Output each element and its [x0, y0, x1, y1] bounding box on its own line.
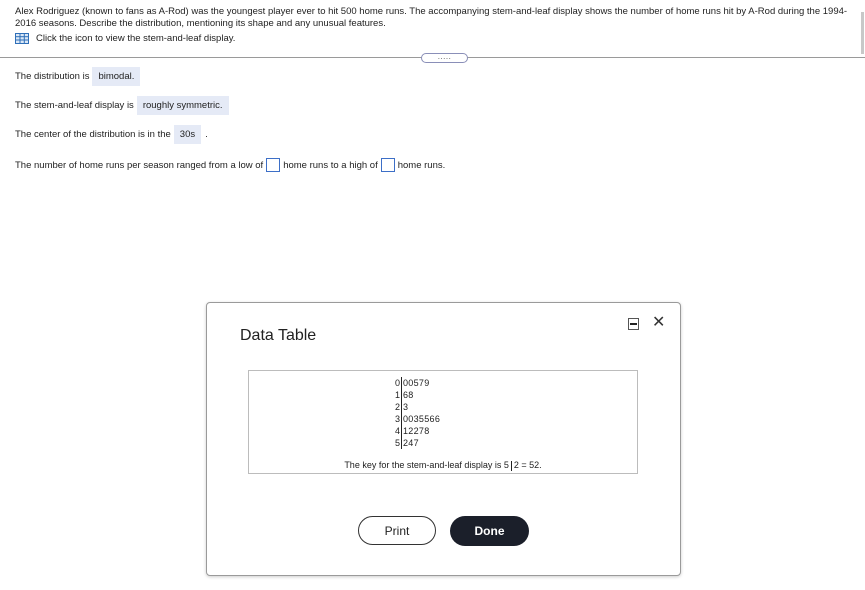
print-button[interactable]: Print [358, 516, 436, 545]
leaf-values: 00579 [403, 378, 430, 388]
stem-leaf-key: The key for the stem-and-leaf display is… [249, 460, 637, 471]
stem-leaf-row: 23 [393, 401, 440, 413]
answer-suffix: . [205, 129, 208, 140]
expand-toggle[interactable]: ..... [421, 53, 468, 63]
key-suffix: 2 = 52. [513, 460, 542, 470]
key-prefix: The key for the stem-and-leaf display is… [344, 460, 509, 470]
leaf-values: 12278 [403, 426, 430, 436]
answer-prefix: The distribution is [15, 71, 90, 82]
close-icon[interactable]: ✕ [652, 314, 665, 332]
answer-row-symmetry: The stem-and-leaf display is roughly sym… [15, 96, 229, 115]
done-button[interactable]: Done [450, 516, 529, 546]
answer-suffix: home runs. [397, 159, 446, 171]
stem-leaf-row: 0 00579 [393, 377, 440, 389]
key-divider [510, 460, 512, 471]
view-data-link[interactable]: Click the icon to view the stem-and-leaf… [15, 33, 235, 44]
stem-value: 4 [394, 425, 402, 437]
leaf-values: 3 [403, 402, 409, 412]
answer-prefix: The stem-and-leaf display is [15, 100, 134, 111]
answer-prefix: The number of home runs per season range… [15, 159, 264, 171]
stem-value: 1 [394, 389, 402, 401]
leaf-values: 247 [403, 438, 419, 448]
answer-row-center: The center of the distribution is in the… [15, 125, 208, 144]
answer-value: roughly symmetric. [136, 96, 229, 115]
answer-prefix: The center of the distribution is in the [15, 129, 171, 140]
answer-value: bimodal. [92, 67, 141, 86]
question-text: Alex Rodriguez (known to fans as A-Rod) … [15, 6, 848, 29]
stem-leaf-row: 3 0035566 [393, 413, 440, 425]
stem-leaf-display: 0 00579 1 68 2 3 3 0035566 4 12278 5 247 The key fo… [248, 370, 638, 474]
leaf-values: 0035566 [403, 414, 441, 424]
low-value-input[interactable] [266, 158, 281, 172]
stem-leaf-row: 1 68 [393, 389, 440, 401]
data-table-dialog: Data Table ✕ 0 00579 1 68 2 3 3 0035566 4 12278 5 2… [206, 302, 681, 576]
leaf-values: 68 [403, 390, 414, 400]
answer-row-range: The number of home runs per season range… [15, 158, 445, 172]
answer-row-shape: The distribution is bimodal. [15, 67, 141, 86]
stem-value: 0 [394, 377, 402, 389]
stem-value: 5 [394, 437, 402, 449]
dialog-title: Data Table [240, 327, 317, 344]
table-icon[interactable] [15, 33, 29, 44]
answer-middle: home runs to a high of [283, 159, 378, 171]
stem-leaf-row: 4 12278 [393, 425, 440, 437]
minimize-icon[interactable] [628, 318, 639, 330]
stem-value: 2 [394, 401, 402, 413]
scrollbar[interactable] [861, 12, 864, 54]
high-value-input[interactable] [380, 158, 395, 172]
answer-value: 30s [173, 125, 202, 144]
stem-leaf-table: 0 00579 1 68 2 3 3 0035566 4 12278 5 247 [393, 377, 440, 449]
view-data-link-label[interactable]: Click the icon to view the stem-and-leaf… [36, 33, 235, 44]
stem-value: 3 [394, 413, 402, 425]
stem-leaf-row: 5 247 [393, 437, 440, 449]
